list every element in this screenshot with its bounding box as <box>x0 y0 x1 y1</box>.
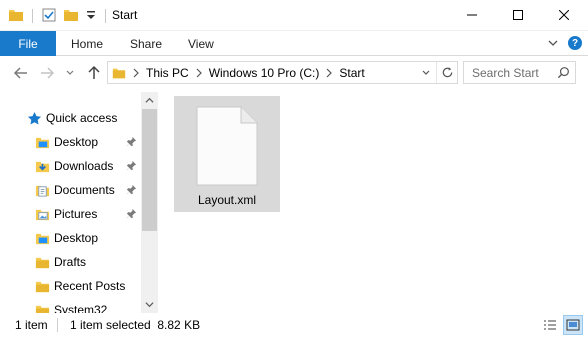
large-icons-view-icon <box>566 319 580 331</box>
folder-icon <box>34 278 50 294</box>
nav-item-label: Downloads <box>54 159 114 173</box>
nav-item-recent-posts[interactable]: Recent Posts <box>0 274 140 298</box>
chevron-down-icon <box>548 40 558 46</box>
documents-folder-icon <box>34 182 50 198</box>
arrow-right-icon <box>41 67 55 79</box>
pictures-folder-icon <box>34 206 50 222</box>
nav-item-drafts[interactable]: Drafts <box>0 250 140 274</box>
navigation-pane: Quick access Desktop Downloads Documents <box>0 92 158 313</box>
nav-item-pictures[interactable]: Pictures <box>0 202 140 226</box>
new-folder-icon[interactable] <box>63 7 79 26</box>
desktop-folder-icon <box>34 134 50 150</box>
expand-ribbon-button[interactable] <box>546 37 560 49</box>
customize-toolbar-icon[interactable] <box>85 7 97 26</box>
chevron-right-icon[interactable] <box>189 68 209 78</box>
large-icons-view-button[interactable] <box>563 315 583 335</box>
nav-item-documents[interactable]: Documents <box>0 178 140 202</box>
properties-icon[interactable] <box>41 7 57 26</box>
file-name: Layout.xml <box>197 193 257 207</box>
recent-locations-button[interactable] <box>63 64 77 82</box>
nav-item-desktop[interactable]: Desktop <box>0 130 140 154</box>
refresh-icon <box>442 67 453 78</box>
up-button[interactable] <box>85 64 103 82</box>
address-bar[interactable]: This PC Windows 10 Pro (C:) Start <box>107 61 458 84</box>
nav-item-label: Pictures <box>54 207 98 221</box>
quick-access-toolbar <box>8 7 108 25</box>
toolbar-divider <box>105 9 106 23</box>
details-view-icon <box>544 320 556 330</box>
selection-info: 1 item selected 8.82 KB <box>70 318 201 332</box>
breadcrumb-item[interactable]: Windows 10 Pro (C:) <box>209 66 320 80</box>
document-icon <box>196 106 258 189</box>
close-button[interactable] <box>541 0 587 30</box>
tab-share[interactable]: Share <box>130 31 162 56</box>
nav-item-label: Desktop <box>54 231 99 245</box>
forward-button[interactable] <box>38 64 56 82</box>
folder-icon <box>34 254 50 270</box>
folder-icon <box>112 66 126 80</box>
nav-item-desktop[interactable]: Desktop <box>0 226 140 250</box>
status-divider <box>57 318 58 332</box>
chevron-right-icon[interactable] <box>126 68 146 78</box>
breadcrumb-item[interactable]: Start <box>339 66 364 80</box>
nav-item-label: Quick access <box>46 111 118 125</box>
minimize-icon <box>467 14 477 16</box>
chevron-down-icon <box>422 70 430 75</box>
pin-icon[interactable] <box>126 184 137 198</box>
chevron-up-icon <box>145 97 154 103</box>
nav-item-label: Recent Posts <box>54 279 126 293</box>
scroll-thumb[interactable] <box>142 109 157 231</box>
nav-item-label: Drafts <box>54 255 87 269</box>
chevron-right-icon[interactable] <box>319 68 339 78</box>
close-icon <box>559 10 569 20</box>
help-button[interactable]: ? <box>568 36 582 50</box>
file-list[interactable]: Layout.xml <box>158 92 588 313</box>
search-input[interactable]: Search Start <box>463 61 576 84</box>
pin-icon[interactable] <box>126 136 137 150</box>
nav-item-quick-access[interactable]: Quick access <box>0 106 140 130</box>
item-count: 1 item <box>15 318 48 332</box>
search-placeholder: Search Start <box>472 66 539 80</box>
maximize-icon <box>513 10 523 20</box>
arrow-left-icon <box>13 67 27 79</box>
desktop-folder-icon <box>34 230 50 246</box>
window-title: Start <box>112 8 138 22</box>
navigation-pane-scrollbar[interactable] <box>141 92 158 313</box>
refresh-button[interactable] <box>436 62 458 83</box>
status-bar: 1 item 1 item selected 8.82 KB <box>0 313 588 337</box>
search-icon[interactable] <box>557 66 570 82</box>
folder-icon <box>8 7 24 26</box>
nav-item-label: Documents <box>54 183 115 197</box>
nav-item-system32[interactable]: System32 <box>0 298 140 313</box>
chevron-down-icon <box>145 302 154 308</box>
breadcrumb: This PC Windows 10 Pro (C:) Start <box>112 62 365 83</box>
ribbon-tabs: File Home Share View ? <box>0 31 588 56</box>
toolbar-divider <box>32 9 33 23</box>
downloads-folder-icon <box>34 158 50 174</box>
details-view-button[interactable] <box>540 315 560 335</box>
title-bar: Start <box>0 0 588 31</box>
nav-item-label: Desktop <box>54 135 99 149</box>
tab-view[interactable]: View <box>188 31 214 56</box>
chevron-down-icon <box>66 70 74 75</box>
tab-home[interactable]: Home <box>71 31 103 56</box>
maximize-button[interactable] <box>495 0 541 30</box>
nav-item-downloads[interactable]: Downloads <box>0 154 140 178</box>
pin-icon[interactable] <box>126 160 137 174</box>
arrow-up-icon <box>88 65 100 79</box>
folder-icon <box>34 302 50 313</box>
nav-item-label: System32 <box>54 303 108 313</box>
tab-file[interactable]: File <box>0 31 56 56</box>
scroll-down-button[interactable] <box>141 296 158 313</box>
address-history-button[interactable] <box>416 62 436 83</box>
breadcrumb-item[interactable]: This PC <box>146 66 189 80</box>
file-item[interactable]: Layout.xml <box>174 96 280 212</box>
pin-icon[interactable] <box>126 208 137 222</box>
scroll-up-button[interactable] <box>141 92 158 109</box>
star-icon <box>26 110 42 126</box>
back-button[interactable] <box>12 64 30 82</box>
minimize-button[interactable] <box>449 0 495 30</box>
